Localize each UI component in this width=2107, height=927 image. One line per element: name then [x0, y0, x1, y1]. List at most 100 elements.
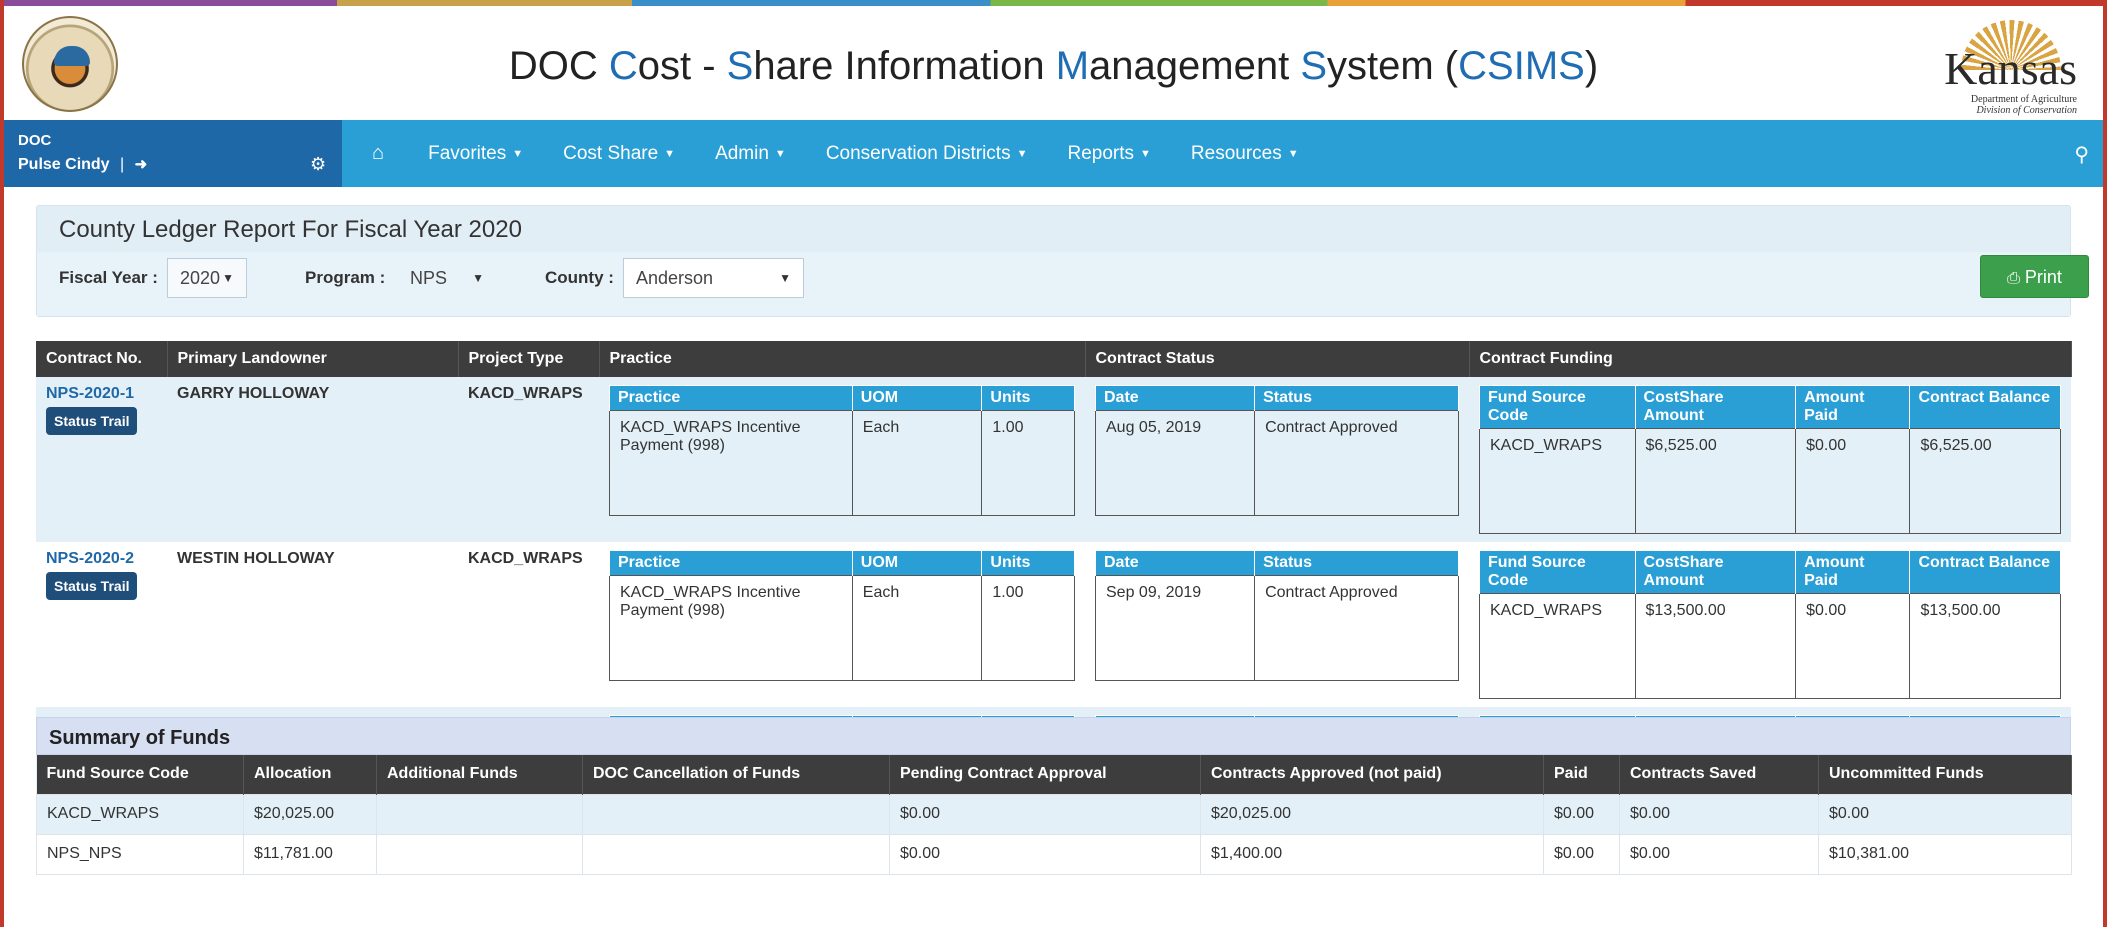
- title-part: CSIMS: [1458, 44, 1585, 88]
- chevron-down-icon: ▼: [472, 271, 484, 285]
- funding-table-header: Fund Source CodeCostShare AmountAmount P…: [1479, 385, 2061, 429]
- nav-resources[interactable]: Resources ▼: [1171, 143, 1319, 165]
- summary-header-cell[interactable]: Paid: [1543, 755, 1620, 794]
- logo-line-1: Department of Agriculture: [1970, 94, 2077, 105]
- summary-cell: $20,025.00: [243, 793, 377, 835]
- sub-header-cell: Units: [981, 385, 1075, 411]
- landowner-cell: GARRY HOLLOWAY: [167, 377, 458, 542]
- summary-header-cell[interactable]: Fund Source Code: [36, 755, 244, 794]
- nav-favorites[interactable]: Favorites ▼: [408, 143, 543, 165]
- logout-icon[interactable]: ➜: [135, 156, 148, 173]
- practice-cell: Practice UOM Units KACD_WRAPS Incentive Pay…: [599, 377, 1085, 542]
- sub-cell: Each: [851, 410, 983, 516]
- status-trail-button[interactable]: Status Trail: [46, 572, 138, 600]
- ledger-header-row: Contract No. Primary Landowner Project T…: [36, 341, 2072, 377]
- sub-header-cell: CostShare Amount: [1634, 385, 1797, 429]
- summary-header-row: Fund Source Code Allocation Additional Fun…: [36, 755, 2072, 794]
- user-org: DOC: [18, 132, 52, 149]
- contract-number-link[interactable]: NPS-2020-2: [46, 550, 157, 568]
- summary-header-cell[interactable]: Uncommitted Funds: [1818, 755, 2072, 794]
- title-part: DOC: [508, 44, 609, 88]
- summary-title: Summary of Funds: [36, 717, 2071, 755]
- summary-cell: $20,025.00: [1200, 793, 1544, 835]
- status-trail-button[interactable]: Status Trail: [46, 407, 138, 435]
- summary-header-cell[interactable]: Pending Contract Approval: [889, 755, 1201, 794]
- search-icon[interactable]: ⚲: [2074, 142, 2089, 167]
- logo-line-2: Division of Conservation: [1976, 105, 2077, 116]
- sub-header-cell: Date: [1094, 550, 1256, 576]
- program-label: Program :: [305, 268, 386, 287]
- sub-cell: Aug 05, 2019: [1094, 410, 1256, 516]
- program-select[interactable]: NPS ▼: [397, 258, 497, 298]
- project-type-cell: KACD_WRAPS: [458, 377, 599, 542]
- sub-header-cell: Status: [1254, 385, 1459, 411]
- fiscal-year-label: Fiscal Year :: [59, 268, 158, 287]
- nav-cost-share[interactable]: Cost Share ▼: [543, 143, 695, 165]
- sub-header-cell: Status: [1254, 550, 1459, 576]
- county-value: Anderson: [636, 268, 714, 288]
- title-part: hare: [753, 44, 845, 88]
- summary-header-cell[interactable]: Additional Funds: [376, 755, 583, 794]
- kansas-agriculture-logo: Kansas Department of Agriculture Divisio…: [1933, 18, 2083, 116]
- sub-header-cell: Amount Paid: [1795, 385, 1911, 429]
- col-project-type[interactable]: Project Type: [458, 341, 600, 377]
- funding-table: Fund Source CodeCostShare AmountAmount P…: [1479, 550, 2061, 699]
- table-row: NPS-2020-2 Status Trail WESTIN HOLLOWAY KAC…: [36, 542, 2071, 707]
- summary-header-cell[interactable]: Contracts Saved: [1619, 755, 1819, 794]
- status-table: Date Status Aug 05, 2019 Contract Approved: [1094, 385, 1459, 516]
- sub-cell: $6,525.00: [1909, 428, 2061, 534]
- summary-header-cell[interactable]: Contracts Approved (not paid): [1200, 755, 1544, 794]
- nav-admin[interactable]: Admin ▼: [695, 143, 806, 165]
- col-contract-status[interactable]: Contract Status: [1085, 341, 1470, 377]
- status-table-header: DateStatus: [1094, 550, 1459, 576]
- app-title: DOC Cost - Share Information Management …: [4, 44, 2103, 89]
- sub-cell: $13,500.00: [1909, 593, 2061, 699]
- nav-items: ⌂ Favorites ▼ Cost Share ▼ Admin ▼ Conserva…: [342, 120, 1319, 187]
- summary-cell: $0.00: [889, 833, 1201, 875]
- col-practice[interactable]: Practice: [599, 341, 1086, 377]
- user-box: DOC Pulse Cindy | ➜ ⚙: [4, 120, 342, 187]
- col-primary-landowner[interactable]: Primary Landowner: [167, 341, 459, 377]
- contract-number-link[interactable]: NPS-2020-1: [46, 385, 157, 403]
- summary-of-funds: Summary of Funds Fund Source Code Allocat…: [36, 717, 2072, 875]
- practice-table-header: PracticeUOMUnits: [609, 550, 1075, 576]
- summary-header-cell[interactable]: DOC Cancellation of Funds: [582, 755, 890, 794]
- funding-table-header: Fund Source CodeCostShare AmountAmount P…: [1479, 550, 2061, 594]
- col-contract-no[interactable]: Contract No.: [36, 341, 168, 377]
- chevron-down-icon: ▼: [779, 271, 791, 285]
- nav-conservation-districts[interactable]: Conservation Districts ▼: [806, 143, 1048, 165]
- col-contract-funding[interactable]: Contract Funding: [1469, 341, 2072, 377]
- summary-cell: NPS_NPS: [36, 833, 244, 875]
- practice-table-row: KACD_WRAPS Incentive Payment (998) Each 1.…: [609, 575, 1075, 681]
- sub-header-cell: Date: [1094, 385, 1256, 411]
- right-border: [2103, 0, 2107, 927]
- summary-cell: $10,381.00: [1818, 833, 2072, 875]
- caret-down-icon: ▼: [1016, 147, 1028, 160]
- practice-table-row: KACD_WRAPS Incentive Payment (998) Each 1.…: [609, 410, 1075, 516]
- user-name[interactable]: Pulse Cindy | ➜: [18, 155, 147, 174]
- summary-cell: $0.00: [1619, 833, 1819, 875]
- report-panel: County Ledger Report For Fiscal Year 202…: [36, 205, 2089, 317]
- caret-down-icon: ▼: [1140, 147, 1151, 160]
- fiscal-year-value: 2020: [180, 268, 221, 288]
- contract-cell: NPS-2020-2 Status Trail: [36, 542, 167, 707]
- county-select[interactable]: Anderson ▼: [623, 258, 804, 298]
- sub-cell: $13,500.00: [1634, 593, 1797, 699]
- gear-icon[interactable]: ⚙: [310, 154, 326, 175]
- summary-header-cell[interactable]: Allocation: [243, 755, 377, 794]
- fiscal-year-select[interactable]: 2020 ▼: [167, 258, 247, 298]
- sub-cell: Contract Approved: [1254, 575, 1459, 681]
- nav-reports[interactable]: Reports ▼: [1047, 143, 1170, 165]
- caret-down-icon: ▼: [664, 147, 676, 160]
- sub-cell: KACD_WRAPS: [1479, 428, 1636, 534]
- funding-cell: Fund Source CodeCostShare AmountAmount P…: [1469, 542, 2071, 707]
- practice-cell: Practice UOM Units KACD_WRAPS Incentive Pay…: [599, 542, 1085, 707]
- title-part: S: [726, 44, 754, 88]
- summary-cell: [582, 793, 890, 835]
- status-cell: Date Status Aug 05, 2019 Contract Approved: [1085, 377, 1469, 542]
- home-icon[interactable]: ⌂: [342, 142, 408, 165]
- print-button[interactable]: ⎙ Print: [1980, 255, 2089, 298]
- caret-down-icon: ▼: [512, 147, 524, 160]
- sub-header-cell: Practice: [609, 550, 853, 576]
- summary-cell: $11,781.00: [243, 833, 377, 875]
